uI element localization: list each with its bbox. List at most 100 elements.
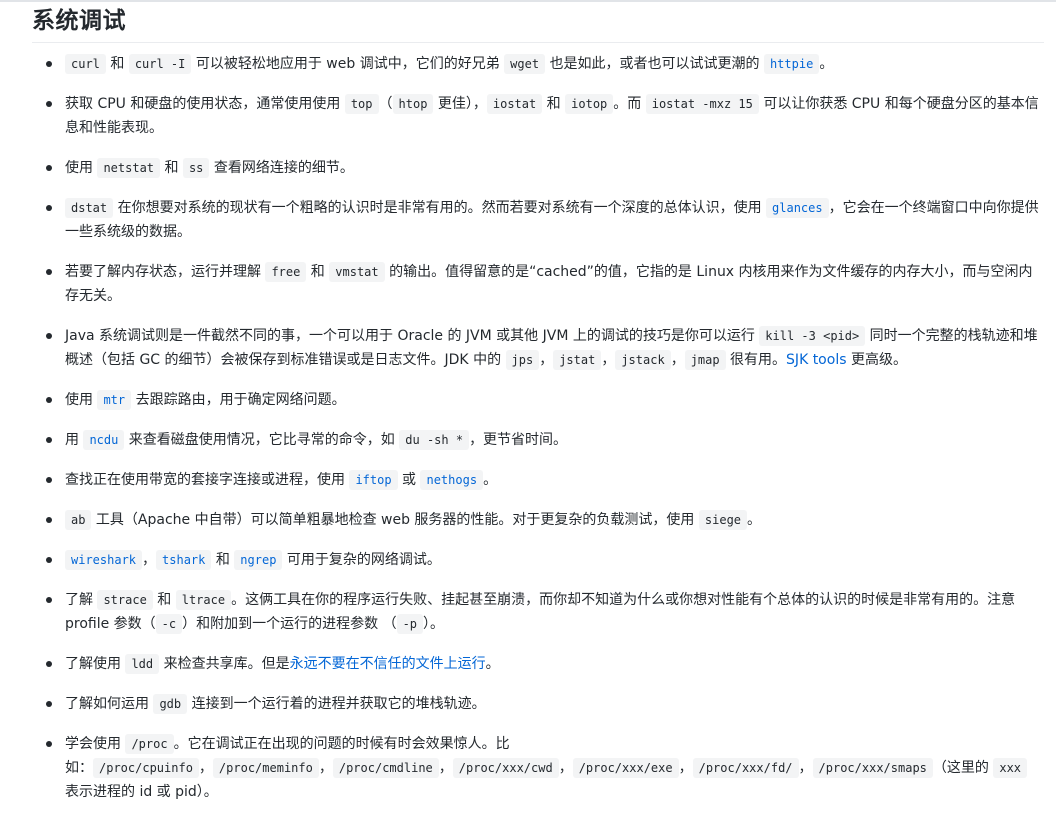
list-item: 学会使用 /proc 。它在调试正在出现的问题的时候有时会效果惊人。比如：/pro… (32, 732, 1042, 804)
inline-code: top (344, 94, 379, 114)
item-text: 和 (306, 264, 330, 280)
text-link[interactable]: 永远不要在不信任的文件上运行 (290, 656, 486, 672)
item-text: 。 (485, 656, 500, 672)
inline-code: /proc (125, 734, 174, 754)
item-text: 工具（Apache 中自带）可以简单粗暴地检查 web 服务器的性能。对于更复杂… (91, 512, 699, 528)
item-text: 和 (105, 56, 129, 72)
item-text: 。 (747, 512, 762, 528)
item-text: 或 (397, 472, 421, 488)
code-link[interactable]: mtr (97, 390, 132, 410)
item-text: ， (142, 552, 157, 568)
list-item: dstat 在你想要对系统的现状有一个粗略的认识时是非常有用的。然而若要对系统有… (32, 196, 1042, 244)
item-text: （ (378, 96, 393, 112)
item-text: 了解 (65, 592, 98, 608)
list-item: 若要了解内存状态，运行并理解 free 和 vmstat 的输出。值得留意的是“… (32, 260, 1042, 308)
item-text: 和 (542, 96, 566, 112)
item-text: 可以被轻松地应用于 web 调试中，它们的好兄弟 (191, 56, 505, 72)
code-link[interactable]: nethogs (420, 470, 484, 490)
item-text: （这里的 (932, 760, 994, 776)
heading-divider (32, 42, 1044, 43)
code-link[interactable]: glances (766, 198, 829, 218)
inline-code: ldd (125, 654, 160, 674)
inline-code: free (265, 262, 307, 282)
item-text: 在你想要对系统的现状有一个粗略的认识时是非常有用的。然而若要对系统有一个深度的总… (113, 200, 767, 216)
inline-code: jstack (615, 350, 671, 370)
item-text: ， (678, 760, 693, 776)
inline-code: htop (392, 94, 434, 114)
item-text: 和 (160, 160, 183, 176)
inline-code: vmstat (329, 262, 385, 282)
item-text: 使用 (65, 160, 98, 176)
inline-code: strace (97, 590, 153, 610)
list-item: 了解如何运用 gdb 连接到一个运行着的进程并获取它的堆栈轨迹。 (32, 692, 1042, 716)
item-text: ， (539, 352, 554, 368)
list-item: wireshark， tshark 和 ngrep 可用于复杂的网络调试。 (32, 548, 1042, 572)
inline-code: siege (698, 510, 748, 530)
list-item: 查找正在使用带宽的套接字连接或进程，使用 iftop 或 nethogs。 (32, 468, 1042, 492)
inline-code: ltrace (175, 590, 232, 610)
inline-code: -c (155, 614, 183, 634)
code-link[interactable]: wireshark (65, 550, 143, 570)
inline-code: jmap (684, 350, 726, 370)
item-text: 很有用。 (725, 352, 787, 368)
item-text: 也是如此，或者也可以试试更潮的 (545, 56, 764, 72)
list-item: Java 系统调试则是一件截然不同的事，一个可以用于 Oracle 的 JVM … (32, 324, 1042, 372)
item-text: ， (318, 760, 333, 776)
list-item: curl 和 curl -I 可以被轻松地应用于 web 调试中，它们的好兄弟 … (32, 52, 1042, 76)
item-text: ， (601, 352, 616, 368)
inline-code: curl (65, 54, 106, 74)
item-text: 查看网络连接的细节。 (209, 160, 354, 176)
inline-code: xxx (993, 758, 1028, 778)
inline-code: wget (504, 54, 546, 74)
list-item: 使用 netstat 和 ss 查看网络连接的细节。 (32, 156, 1042, 180)
item-text: 来查看磁盘使用情况，它比寻常的命令，如 (124, 432, 400, 448)
item-text: 和 (152, 592, 176, 608)
inline-code: kill -3 <pid> (759, 326, 866, 346)
code-link[interactable]: ngrep (234, 550, 283, 570)
item-text: ，更节省时间。 (469, 432, 568, 448)
item-text: ， (198, 760, 213, 776)
inline-code: netstat (97, 158, 161, 178)
list-item: ab 工具（Apache 中自带）可以简单粗暴地检查 web 服务器的性能。对于… (32, 508, 1042, 532)
inline-code: /proc/cmdline (332, 758, 439, 778)
item-text: 若要了解内存状态，运行并理解 (65, 264, 266, 280)
item-text: 。 (483, 472, 498, 488)
text-link[interactable]: SJK tools (786, 352, 846, 368)
inline-code: /proc/cpuinfo (93, 758, 199, 778)
tip-list: curl 和 curl -I 可以被轻松地应用于 web 调试中，它们的好兄弟 … (32, 52, 1042, 820)
code-link[interactable]: iftop (349, 470, 398, 490)
list-item: 了解使用 ldd 来检查共享库。但是永远不要在不信任的文件上运行。 (32, 652, 1042, 676)
item-text: 。 (819, 56, 834, 72)
list-item: 了解 strace 和 ltrace 。这俩工具在你的程序运行失败、挂起甚至崩溃，… (32, 588, 1042, 636)
inline-code: iostat -mxz 15 (645, 94, 759, 114)
item-text: 来检查共享库。但是 (159, 656, 290, 672)
inline-code: ab (65, 510, 92, 530)
item-text: 表示进程的 id 或 pid）。 (65, 784, 218, 800)
inline-code: /proc/meminfo (212, 758, 319, 778)
code-link[interactable]: ncdu (83, 430, 125, 450)
item-text: Java 系统调试则是一件截然不同的事，一个可以用于 Oracle 的 JVM … (65, 328, 760, 344)
inline-code: /proc/xxx/exe (572, 758, 679, 778)
item-text: ， (670, 352, 685, 368)
item-text: 和 (211, 552, 235, 568)
inline-code: /proc/xxx/fd/ (692, 758, 799, 778)
item-text: ， (438, 760, 453, 776)
code-link[interactable]: httpie (763, 54, 820, 74)
item-text: 去跟踪路由，用于确定网络问题。 (131, 392, 346, 408)
inline-code: dstat (65, 198, 114, 218)
item-text: 更高级。 (846, 352, 907, 368)
item-text: ， (558, 760, 573, 776)
code-link[interactable]: tshark (156, 550, 212, 570)
item-text: 查找正在使用带宽的套接字连接或进程，使用 (65, 472, 350, 488)
item-text: 用 (65, 432, 84, 448)
item-text: ， (798, 760, 813, 776)
inline-code: -p (396, 614, 424, 634)
inline-code: iotop (565, 94, 614, 114)
inline-code: gdb (153, 694, 188, 714)
list-item: 获取 CPU 和硬盘的使用状态，通常使用使用 top （htop 更佳）， iost… (32, 92, 1042, 140)
item-text: ）和附加到一个运行的进程参数 （ (182, 616, 397, 632)
inline-code: jps (505, 350, 540, 370)
item-text: 。而 (613, 96, 646, 112)
item-text: 可用于复杂的网络调试。 (282, 552, 441, 568)
top-border (0, 0, 1056, 2)
